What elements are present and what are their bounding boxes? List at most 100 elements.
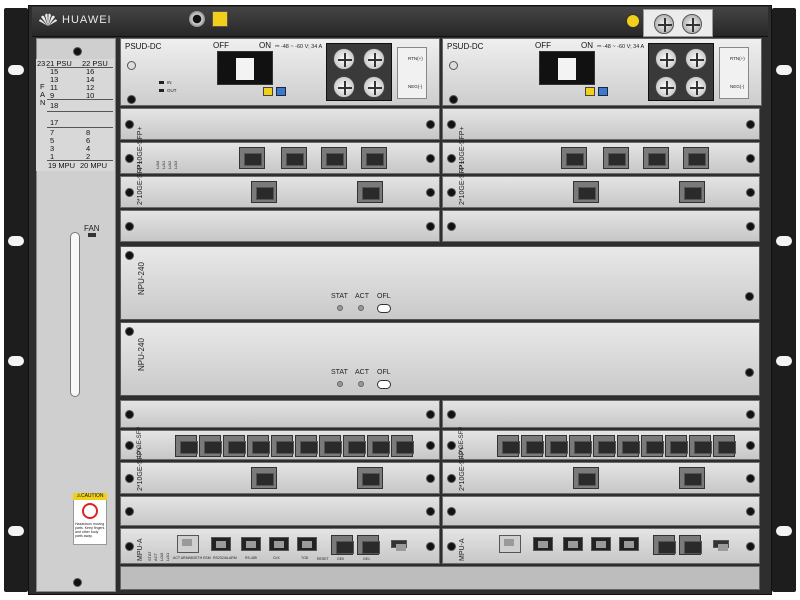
interface-board-4port[interactable]: 4*10GE-SFP+ L/A0 L/A1 L/A2 L/A3 xyxy=(120,126,440,174)
board-screw[interactable] xyxy=(746,441,755,450)
board-screw[interactable] xyxy=(426,507,435,516)
sfp-port[interactable] xyxy=(367,435,390,457)
board-screw[interactable] xyxy=(746,474,755,483)
board-screw[interactable] xyxy=(426,154,435,163)
interface-board-10port[interactable]: 10*GE-SFP xyxy=(120,427,440,460)
sfp-port[interactable] xyxy=(247,435,270,457)
npu-board-18[interactable]: NPU-240 STAT ACT OFL xyxy=(120,246,760,320)
interface-board-10port[interactable]: 10*GE-SFP xyxy=(442,427,760,460)
board-screw[interactable] xyxy=(426,120,435,129)
board-screw[interactable] xyxy=(746,154,755,163)
sfp-port[interactable] xyxy=(239,147,265,169)
sfp-port[interactable] xyxy=(343,435,366,457)
board-screw[interactable] xyxy=(125,327,134,336)
board-screw[interactable] xyxy=(426,474,435,483)
filler-panel[interactable] xyxy=(442,400,760,428)
rj45-port[interactable] xyxy=(211,537,231,551)
sfp-port[interactable] xyxy=(689,435,712,457)
mpu-board-20[interactable]: MPU-A xyxy=(442,528,760,564)
board-screw[interactable] xyxy=(125,120,134,129)
psu-screw[interactable] xyxy=(127,61,136,70)
board-screw[interactable] xyxy=(746,542,755,551)
board-screw[interactable] xyxy=(447,188,456,197)
sfp-port[interactable] xyxy=(521,435,544,457)
sfp-port[interactable] xyxy=(593,435,616,457)
sfp-port[interactable] xyxy=(357,535,380,555)
fan-tray-screw[interactable] xyxy=(73,47,82,56)
board-screw[interactable] xyxy=(447,222,456,231)
board-screw[interactable] xyxy=(447,154,456,163)
sfp-port[interactable] xyxy=(679,467,705,489)
sfp-port[interactable] xyxy=(199,435,222,457)
board-screw[interactable] xyxy=(447,120,456,129)
psu-module-22[interactable]: PSUD-DC OFF ON ⎓ -48 ~ -60 V; 34 A RTN(+… xyxy=(442,38,762,106)
mpu-board-19[interactable]: MPU-A STAT ACT L/A0 L/A1 ACT ARM/MGETH E… xyxy=(120,528,440,564)
board-screw[interactable] xyxy=(447,542,456,551)
sfp-port[interactable] xyxy=(683,147,709,169)
filler-panel[interactable] xyxy=(442,210,760,242)
psu-module-21[interactable]: PSUD-DC OFF ON ⎓ -48 ~ -60 V; 34 A IN OU… xyxy=(120,38,440,106)
board-screw[interactable] xyxy=(745,292,754,301)
sfp-port[interactable] xyxy=(545,435,568,457)
board-screw[interactable] xyxy=(746,222,755,231)
sfp-port[interactable] xyxy=(319,435,342,457)
psu-power-switch[interactable] xyxy=(217,51,273,85)
rj45-port[interactable] xyxy=(591,537,611,551)
board-screw[interactable] xyxy=(426,188,435,197)
rj45-port[interactable] xyxy=(297,537,317,551)
board-screw[interactable] xyxy=(746,410,755,419)
sfp-port[interactable] xyxy=(281,147,307,169)
sfp-port[interactable] xyxy=(573,181,599,203)
board-screw[interactable] xyxy=(745,368,754,377)
rj45-port[interactable] xyxy=(269,537,289,551)
board-screw[interactable] xyxy=(125,154,134,163)
filler-panel[interactable] xyxy=(120,108,440,140)
sfp-port[interactable] xyxy=(295,435,318,457)
npu-board-17[interactable]: NPU-240 STAT ACT OFL xyxy=(120,322,760,396)
sfp-port[interactable] xyxy=(223,435,246,457)
board-screw[interactable] xyxy=(447,410,456,419)
filler-panel[interactable] xyxy=(442,496,760,526)
board-screw[interactable] xyxy=(426,410,435,419)
board-screw[interactable] xyxy=(447,507,456,516)
sfp-port[interactable] xyxy=(321,147,347,169)
rj45-port[interactable] xyxy=(563,537,583,551)
rj45-port[interactable] xyxy=(241,537,261,551)
board-screw[interactable] xyxy=(746,188,755,197)
board-screw[interactable] xyxy=(125,222,134,231)
board-screw[interactable] xyxy=(746,507,755,516)
sfp-port[interactable] xyxy=(251,467,277,489)
psu-screw[interactable] xyxy=(449,95,458,104)
psu-screw[interactable] xyxy=(127,95,136,104)
sfp-port[interactable] xyxy=(251,181,277,203)
sfp-port[interactable] xyxy=(603,147,629,169)
filler-panel[interactable] xyxy=(442,108,760,140)
sfp-port[interactable] xyxy=(361,147,387,169)
interface-board-2port[interactable]: 2*10GE-SFP+ xyxy=(442,160,760,208)
sfp-port[interactable] xyxy=(641,435,664,457)
mgmt-port[interactable] xyxy=(177,535,199,553)
interface-board-2port[interactable]: 2*10GE-SFP+ xyxy=(120,160,440,208)
board-screw[interactable] xyxy=(447,474,456,483)
dc-power-terminal[interactable] xyxy=(326,43,392,101)
sfp-port[interactable] xyxy=(653,535,676,555)
sfp-port[interactable] xyxy=(357,467,383,489)
board-screw[interactable] xyxy=(125,474,134,483)
sfp-port[interactable] xyxy=(665,435,688,457)
fan-tray-screw[interactable] xyxy=(73,578,82,587)
ofl-button[interactable] xyxy=(377,380,391,389)
board-screw[interactable] xyxy=(125,188,134,197)
board-screw[interactable] xyxy=(426,222,435,231)
sfp-port[interactable] xyxy=(617,435,640,457)
board-screw[interactable] xyxy=(125,410,134,419)
mgmt-port[interactable] xyxy=(499,535,521,553)
rj45-port[interactable] xyxy=(619,537,639,551)
board-screw[interactable] xyxy=(125,441,134,450)
sfp-port[interactable] xyxy=(569,435,592,457)
sfp-port[interactable] xyxy=(643,147,669,169)
interface-board-2port[interactable]: 2*10GE-SFP+ xyxy=(120,446,440,494)
sfp-port[interactable] xyxy=(331,535,354,555)
sfp-port[interactable] xyxy=(357,181,383,203)
sfp-port[interactable] xyxy=(679,535,702,555)
sfp-port[interactable] xyxy=(175,435,198,457)
